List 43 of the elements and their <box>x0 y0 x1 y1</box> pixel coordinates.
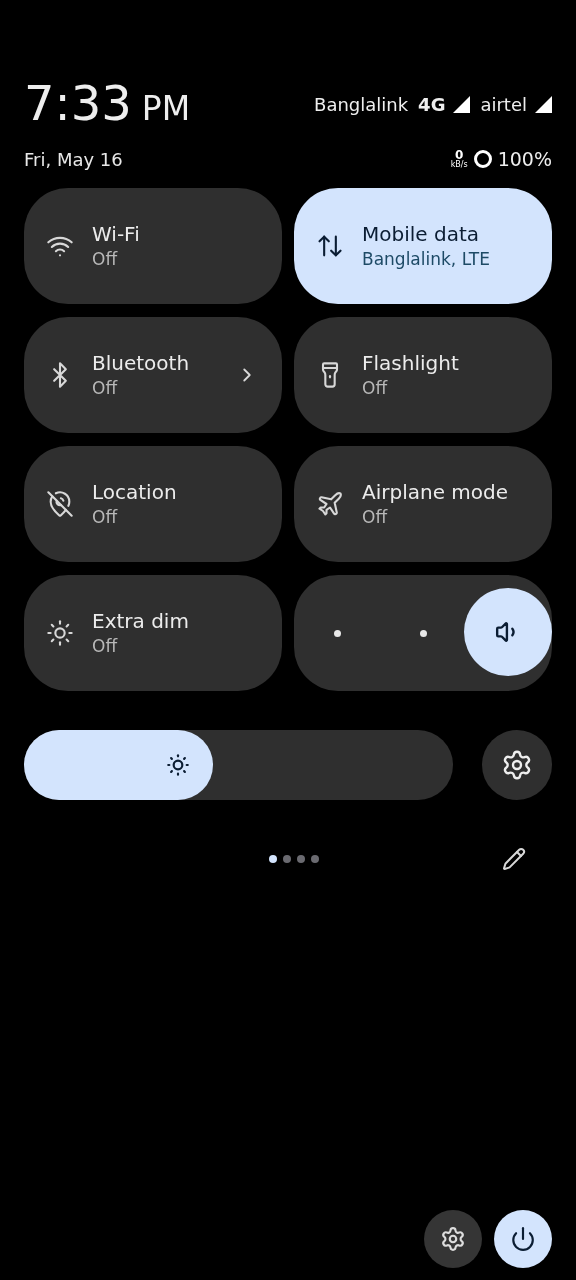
signal-icon <box>535 95 552 113</box>
power-button[interactable] <box>494 1210 552 1268</box>
date-text: Fri, May 16 <box>24 147 123 172</box>
quick-setting-tile[interactable]: Wi-Fi Off <box>24 188 282 304</box>
quick-setting-tile[interactable]: Flashlight Off <box>294 317 552 433</box>
tile-status: Off <box>92 248 119 271</box>
quick-setting-tile[interactable]: Airplane mode Off <box>294 446 552 562</box>
clock-ampm: PM <box>141 87 191 130</box>
sun-icon <box>46 619 74 647</box>
power-icon <box>510 1226 536 1252</box>
quick-setting-tile[interactable]: Location Off <box>24 446 282 562</box>
brightness-icon <box>164 752 191 778</box>
tile-title: Extra dim <box>92 608 190 634</box>
network-type: 4G <box>418 92 446 117</box>
tile-status: Off <box>92 635 119 658</box>
settings-icon <box>440 1226 466 1252</box>
battery-ring-icon <box>473 150 492 168</box>
tile-title: Flashlight <box>362 350 460 376</box>
quick-setting-tile[interactable]: Extra dim Off <box>24 575 282 691</box>
carrier-name: Banglalink <box>314 92 409 117</box>
tile-status: Banglalink, LTE <box>362 248 491 271</box>
tile-title: Location <box>92 479 178 505</box>
tile-title: Airplane mode <box>362 479 510 505</box>
signal-icon <box>453 95 471 113</box>
edit-icon[interactable] <box>502 847 526 871</box>
airplane-icon <box>316 490 344 518</box>
quick-setting-tile[interactable]: Mobile data Banglalink, LTE <box>294 188 552 304</box>
volume-slider[interactable] <box>294 575 552 691</box>
battery-percent: 100% <box>497 146 552 172</box>
tile-title: Bluetooth <box>92 350 191 376</box>
speed-value: 0 <box>455 149 464 161</box>
tile-status: Off <box>362 377 389 400</box>
clock-time: 7:33 <box>24 74 132 131</box>
tile-title: Mobile data <box>362 221 480 247</box>
tile-status: Off <box>362 506 389 529</box>
settings-icon <box>501 749 533 781</box>
speed-unit: kB/s <box>450 161 468 169</box>
tile-status: Off <box>92 506 119 529</box>
carrier-name: airtel <box>480 92 527 117</box>
tile-status: Off <box>92 377 119 400</box>
location-off-icon <box>46 490 74 518</box>
tile-title: Wi-Fi <box>92 221 141 247</box>
quick-setting-tile[interactable]: Bluetooth Off <box>24 317 282 433</box>
